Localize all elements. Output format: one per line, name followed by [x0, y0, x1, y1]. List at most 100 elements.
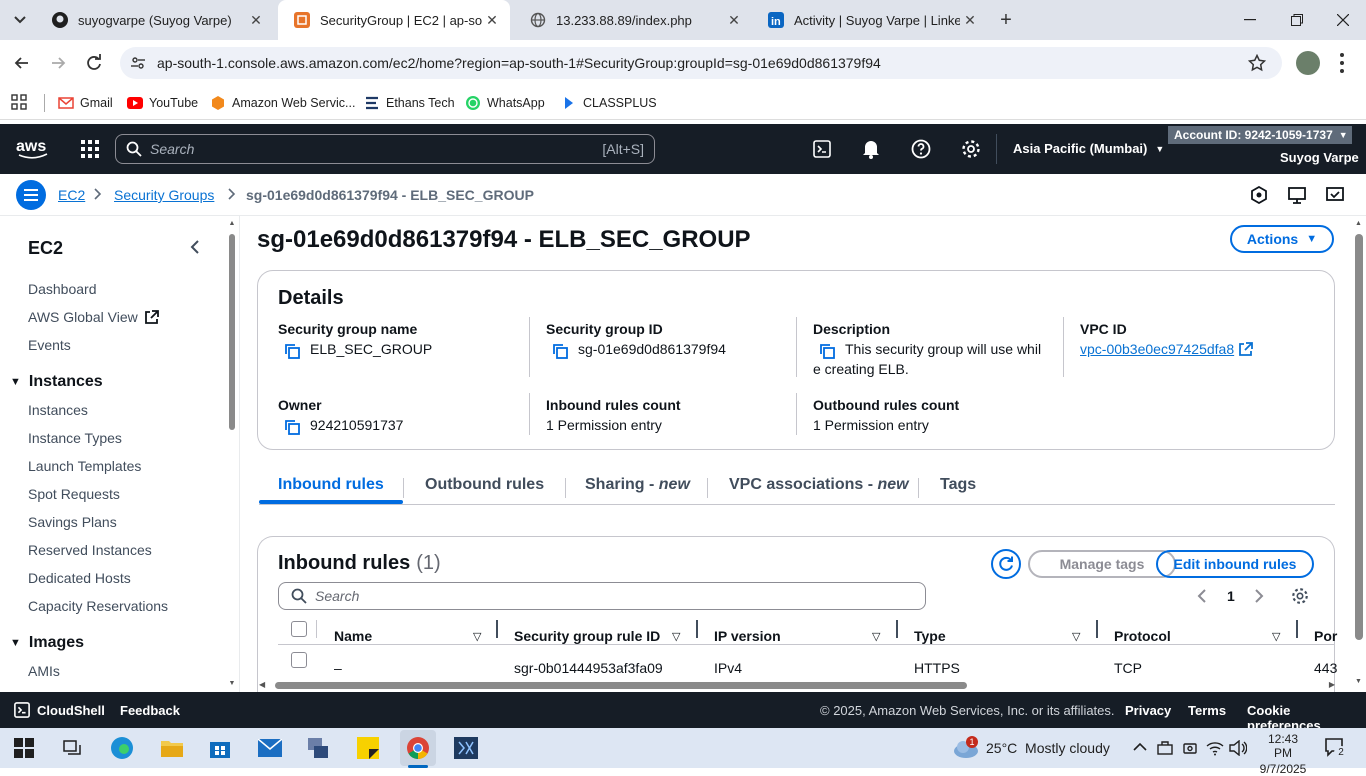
account-id-badge[interactable]: Account ID: 9242-1059-1737 ▼: [1168, 126, 1352, 144]
manage-tags-button[interactable]: Manage tags: [1028, 550, 1176, 578]
tab-linkedin[interactable]: in Activity | Suyog Varpe | LinkedIn ✕: [752, 0, 988, 40]
column-header-name[interactable]: Name: [334, 628, 372, 644]
sidebar-item-spot-requests[interactable]: Spot Requests: [28, 486, 120, 502]
bookmark-youtube[interactable]: YouTube: [127, 92, 198, 114]
column-header-ip-version[interactable]: IP version: [714, 628, 781, 644]
tab-vpc-associations[interactable]: VPC associations - new: [729, 476, 909, 494]
table-horizontal-scrollbar[interactable]: ◀ ▶: [259, 680, 1335, 690]
sort-caret-icon[interactable]: ▽: [672, 630, 680, 643]
sidebar-item-dedicated-hosts[interactable]: Dedicated Hosts: [28, 570, 131, 586]
volume-icon[interactable]: [1229, 740, 1247, 756]
sidebar-item-events[interactable]: Events: [28, 337, 71, 353]
close-window-icon[interactable]: [1329, 10, 1357, 30]
mail-icon[interactable]: [256, 734, 284, 762]
address-bar[interactable]: ap-south-1.console.aws.amazon.com/ec2/ho…: [120, 47, 1282, 79]
tab-sharing[interactable]: Sharing - new: [585, 476, 690, 494]
sidebar-item-capacity-reservations[interactable]: Capacity Reservations: [28, 598, 168, 614]
weather-cloud-icon[interactable]: 1: [952, 736, 980, 760]
column-resizer[interactable]: [1096, 620, 1098, 638]
sidebar-item-amis[interactable]: AMIs: [28, 663, 60, 679]
terminal-app-icon[interactable]: [452, 734, 480, 762]
info-panel-icon[interactable]: [1288, 186, 1306, 204]
copy-icon[interactable]: [284, 419, 300, 435]
copy-icon[interactable]: [284, 343, 300, 359]
column-resizer[interactable]: [896, 620, 898, 638]
sidebar-item-reserved-instances[interactable]: Reserved Instances: [28, 542, 152, 558]
bookmark-aws[interactable]: Amazon Web Servic...: [210, 92, 355, 114]
close-tab-icon[interactable]: ✕: [246, 10, 266, 30]
collapse-sidebar-icon[interactable]: [188, 240, 202, 254]
bell-icon[interactable]: [860, 138, 882, 160]
file-explorer-icon[interactable]: [158, 734, 186, 762]
row-checkbox[interactable]: [291, 652, 307, 668]
browser-menu-icon[interactable]: [1336, 53, 1348, 73]
sort-caret-icon[interactable]: ▽: [1072, 630, 1080, 643]
bookmark-classplus[interactable]: CLASSPLUS: [561, 92, 657, 114]
cloudshell-icon[interactable]: [14, 702, 30, 718]
actions-button[interactable]: Actions ▼: [1230, 225, 1334, 253]
column-header-rule-id[interactable]: Security group rule ID: [514, 628, 660, 644]
footer-feedback[interactable]: Feedback: [120, 703, 180, 718]
sort-caret-icon[interactable]: ▽: [1272, 630, 1280, 643]
aws-logo[interactable]: aws: [16, 137, 50, 161]
forward-arrow-icon[interactable]: [48, 53, 68, 73]
column-header-type[interactable]: Type: [914, 628, 946, 644]
settings-gear-icon[interactable]: [960, 138, 982, 160]
prev-page-icon[interactable]: [1197, 588, 1207, 604]
breadcrumb-security-groups[interactable]: Security Groups: [114, 187, 214, 203]
rules-search-input[interactable]: Search: [278, 582, 926, 610]
bookmark-whatsapp[interactable]: WhatsApp: [465, 92, 545, 114]
bookmark-gmail[interactable]: Gmail: [58, 92, 113, 114]
network-app-icon[interactable]: [304, 734, 332, 762]
current-page[interactable]: 1: [1227, 588, 1235, 604]
close-tab-icon[interactable]: ✕: [482, 10, 502, 30]
close-tab-icon[interactable]: ✕: [960, 10, 980, 30]
feedback-panel-icon[interactable]: [1326, 186, 1344, 204]
tab-search-button[interactable]: [8, 8, 32, 32]
sidebar-section-instances[interactable]: ▼ Instances: [10, 373, 103, 391]
column-resizer[interactable]: [1296, 620, 1298, 638]
chrome-icon[interactable]: [400, 730, 436, 766]
close-tab-icon[interactable]: ✕: [724, 10, 744, 30]
sidebar-item-instance-types[interactable]: Instance Types: [28, 430, 122, 446]
tray-chevron-up-icon[interactable]: [1133, 742, 1147, 752]
minimize-window-icon[interactable]: [1236, 10, 1264, 30]
sidebar-section-images[interactable]: ▼ Images: [10, 634, 84, 652]
sidebar-item-savings-plans[interactable]: Savings Plans: [28, 514, 117, 530]
profile-avatar[interactable]: [1296, 51, 1320, 75]
vpc-id-link[interactable]: vpc-00b3e0ec97425dfa8: [1080, 341, 1254, 357]
sidebar-item-instances[interactable]: Instances: [28, 402, 88, 418]
sticky-notes-icon[interactable]: [354, 734, 382, 762]
copy-icon[interactable]: [819, 343, 835, 359]
tab-aws-security-group[interactable]: SecurityGroup | EC2 | ap-south- ✕: [278, 0, 510, 40]
help-icon[interactable]: [910, 138, 932, 160]
user-name[interactable]: Suyog Varpe: [1280, 150, 1359, 165]
task-view-icon[interactable]: [58, 734, 86, 762]
network-tray-icon[interactable]: [1157, 740, 1173, 756]
tab-outbound-rules[interactable]: Outbound rules: [425, 476, 544, 494]
sort-caret-icon[interactable]: ▽: [473, 630, 481, 643]
weather-text[interactable]: 25°C Mostly cloudy: [986, 740, 1110, 756]
microsoft-store-icon[interactable]: [206, 734, 234, 762]
tab-github[interactable]: suyogvarpe (Suyog Varpe) ✕: [36, 0, 274, 40]
edit-inbound-rules-button[interactable]: Edit inbound rules: [1156, 550, 1314, 578]
notification-center-icon[interactable]: 2: [1324, 737, 1348, 760]
restore-window-icon[interactable]: [1283, 10, 1311, 30]
footer-terms[interactable]: Terms: [1188, 703, 1226, 718]
hamburger-menu-icon[interactable]: [16, 180, 46, 210]
windows-start-icon[interactable]: [10, 734, 38, 762]
table-preferences-gear-icon[interactable]: [1291, 587, 1309, 605]
sidebar-scrollbar[interactable]: ▲ ▼: [228, 220, 236, 688]
services-grid-icon[interactable]: [80, 139, 100, 159]
back-arrow-icon[interactable]: [12, 53, 32, 73]
footer-cloudshell[interactable]: CloudShell: [37, 703, 105, 718]
select-all-checkbox[interactable]: [291, 621, 307, 637]
clock[interactable]: 12:43 PM 9/7/2025: [1258, 732, 1308, 776]
column-header-port[interactable]: Por: [1314, 628, 1337, 644]
tab-tags[interactable]: Tags: [940, 476, 976, 494]
reload-icon[interactable]: [84, 53, 104, 73]
sort-caret-icon[interactable]: ▽: [872, 630, 880, 643]
edge-browser-icon[interactable]: [108, 734, 136, 762]
column-resizer[interactable]: [496, 620, 498, 638]
refresh-button[interactable]: [991, 549, 1021, 579]
